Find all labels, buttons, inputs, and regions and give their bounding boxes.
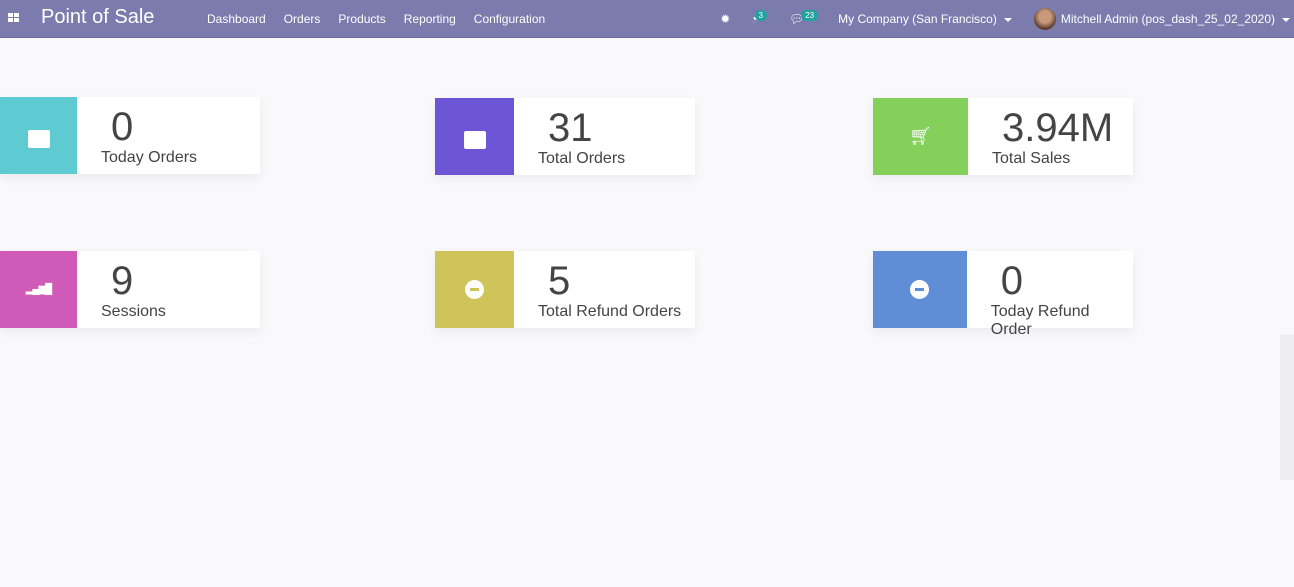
caret-down-icon <box>1003 17 1012 22</box>
menu-orders[interactable]: Orders <box>284 12 321 26</box>
caret-down-icon <box>1282 17 1290 22</box>
menu-reporting[interactable]: Reporting <box>404 12 456 26</box>
stat-card[interactable]: 0 Today Orders <box>0 97 260 174</box>
stat-card[interactable]: 31 Total Orders <box>435 98 695 175</box>
shopping-bag-icon <box>0 97 77 174</box>
stat-label: Total Refund Orders <box>538 303 682 320</box>
stat-card[interactable]: ▂▄▆█ 9 Sessions <box>0 251 260 328</box>
apps-menu-icon[interactable] <box>8 13 19 22</box>
minus-circle-icon <box>873 251 967 328</box>
menu-configuration[interactable]: Configuration <box>474 12 545 26</box>
stat-value: 3.94M <box>1002 106 1114 150</box>
minus-circle-icon <box>435 251 514 328</box>
activity-button[interactable]: ◔3 <box>750 10 767 26</box>
stat-card[interactable]: 🛒︎ 3.94M Total Sales <box>873 98 1133 175</box>
avatar[interactable] <box>1033 8 1056 30</box>
activity-badge: 3 <box>754 10 767 21</box>
stat-label: Total Sales <box>992 150 1071 167</box>
shopping-cart-icon: 🛒︎ <box>873 98 968 175</box>
stat-value: 0 <box>1000 259 1024 303</box>
stat-value: 9 <box>111 259 134 303</box>
user-menu[interactable]: Mitchell Admin (pos_dash_25_02_2020) <box>1061 12 1290 26</box>
stat-label: Sessions <box>101 303 166 320</box>
stat-card[interactable]: 0 Today Refund Order <box>873 251 1133 338</box>
stat-label: Today Orders <box>101 149 198 166</box>
signal-icon: ▂▄▆█ <box>0 251 77 328</box>
shopping-bag-icon <box>435 98 514 175</box>
stat-value: 0 <box>111 105 134 149</box>
stat-card[interactable]: 5 Total Refund Orders <box>435 251 695 328</box>
company-switcher[interactable]: My Company (San Francisco) <box>838 12 1012 26</box>
messages-button[interactable]: 💬︎23 <box>789 10 819 26</box>
stat-value: 5 <box>548 259 571 303</box>
scrollbar[interactable] <box>1280 335 1294 480</box>
stat-value: 31 <box>548 106 593 150</box>
menu-products[interactable]: Products <box>338 12 385 26</box>
app-title: Point of Sale <box>41 6 155 28</box>
debug-bug-icon[interactable]: ✹ <box>720 12 730 26</box>
messages-badge: 23 <box>801 10 819 21</box>
user-name: Mitchell Admin (pos_dash_25_02_2020) <box>1060 12 1275 26</box>
stat-label: Total Orders <box>538 150 626 167</box>
stat-label: Today Refund Order <box>990 303 1090 338</box>
menu-dashboard[interactable]: Dashboard <box>207 12 266 26</box>
company-name: My Company (San Francisco) <box>838 12 997 26</box>
main-menu: Dashboard Orders Products Reporting Conf… <box>207 12 545 26</box>
top-navbar: Point of Sale Dashboard Orders Products … <box>0 0 1294 38</box>
